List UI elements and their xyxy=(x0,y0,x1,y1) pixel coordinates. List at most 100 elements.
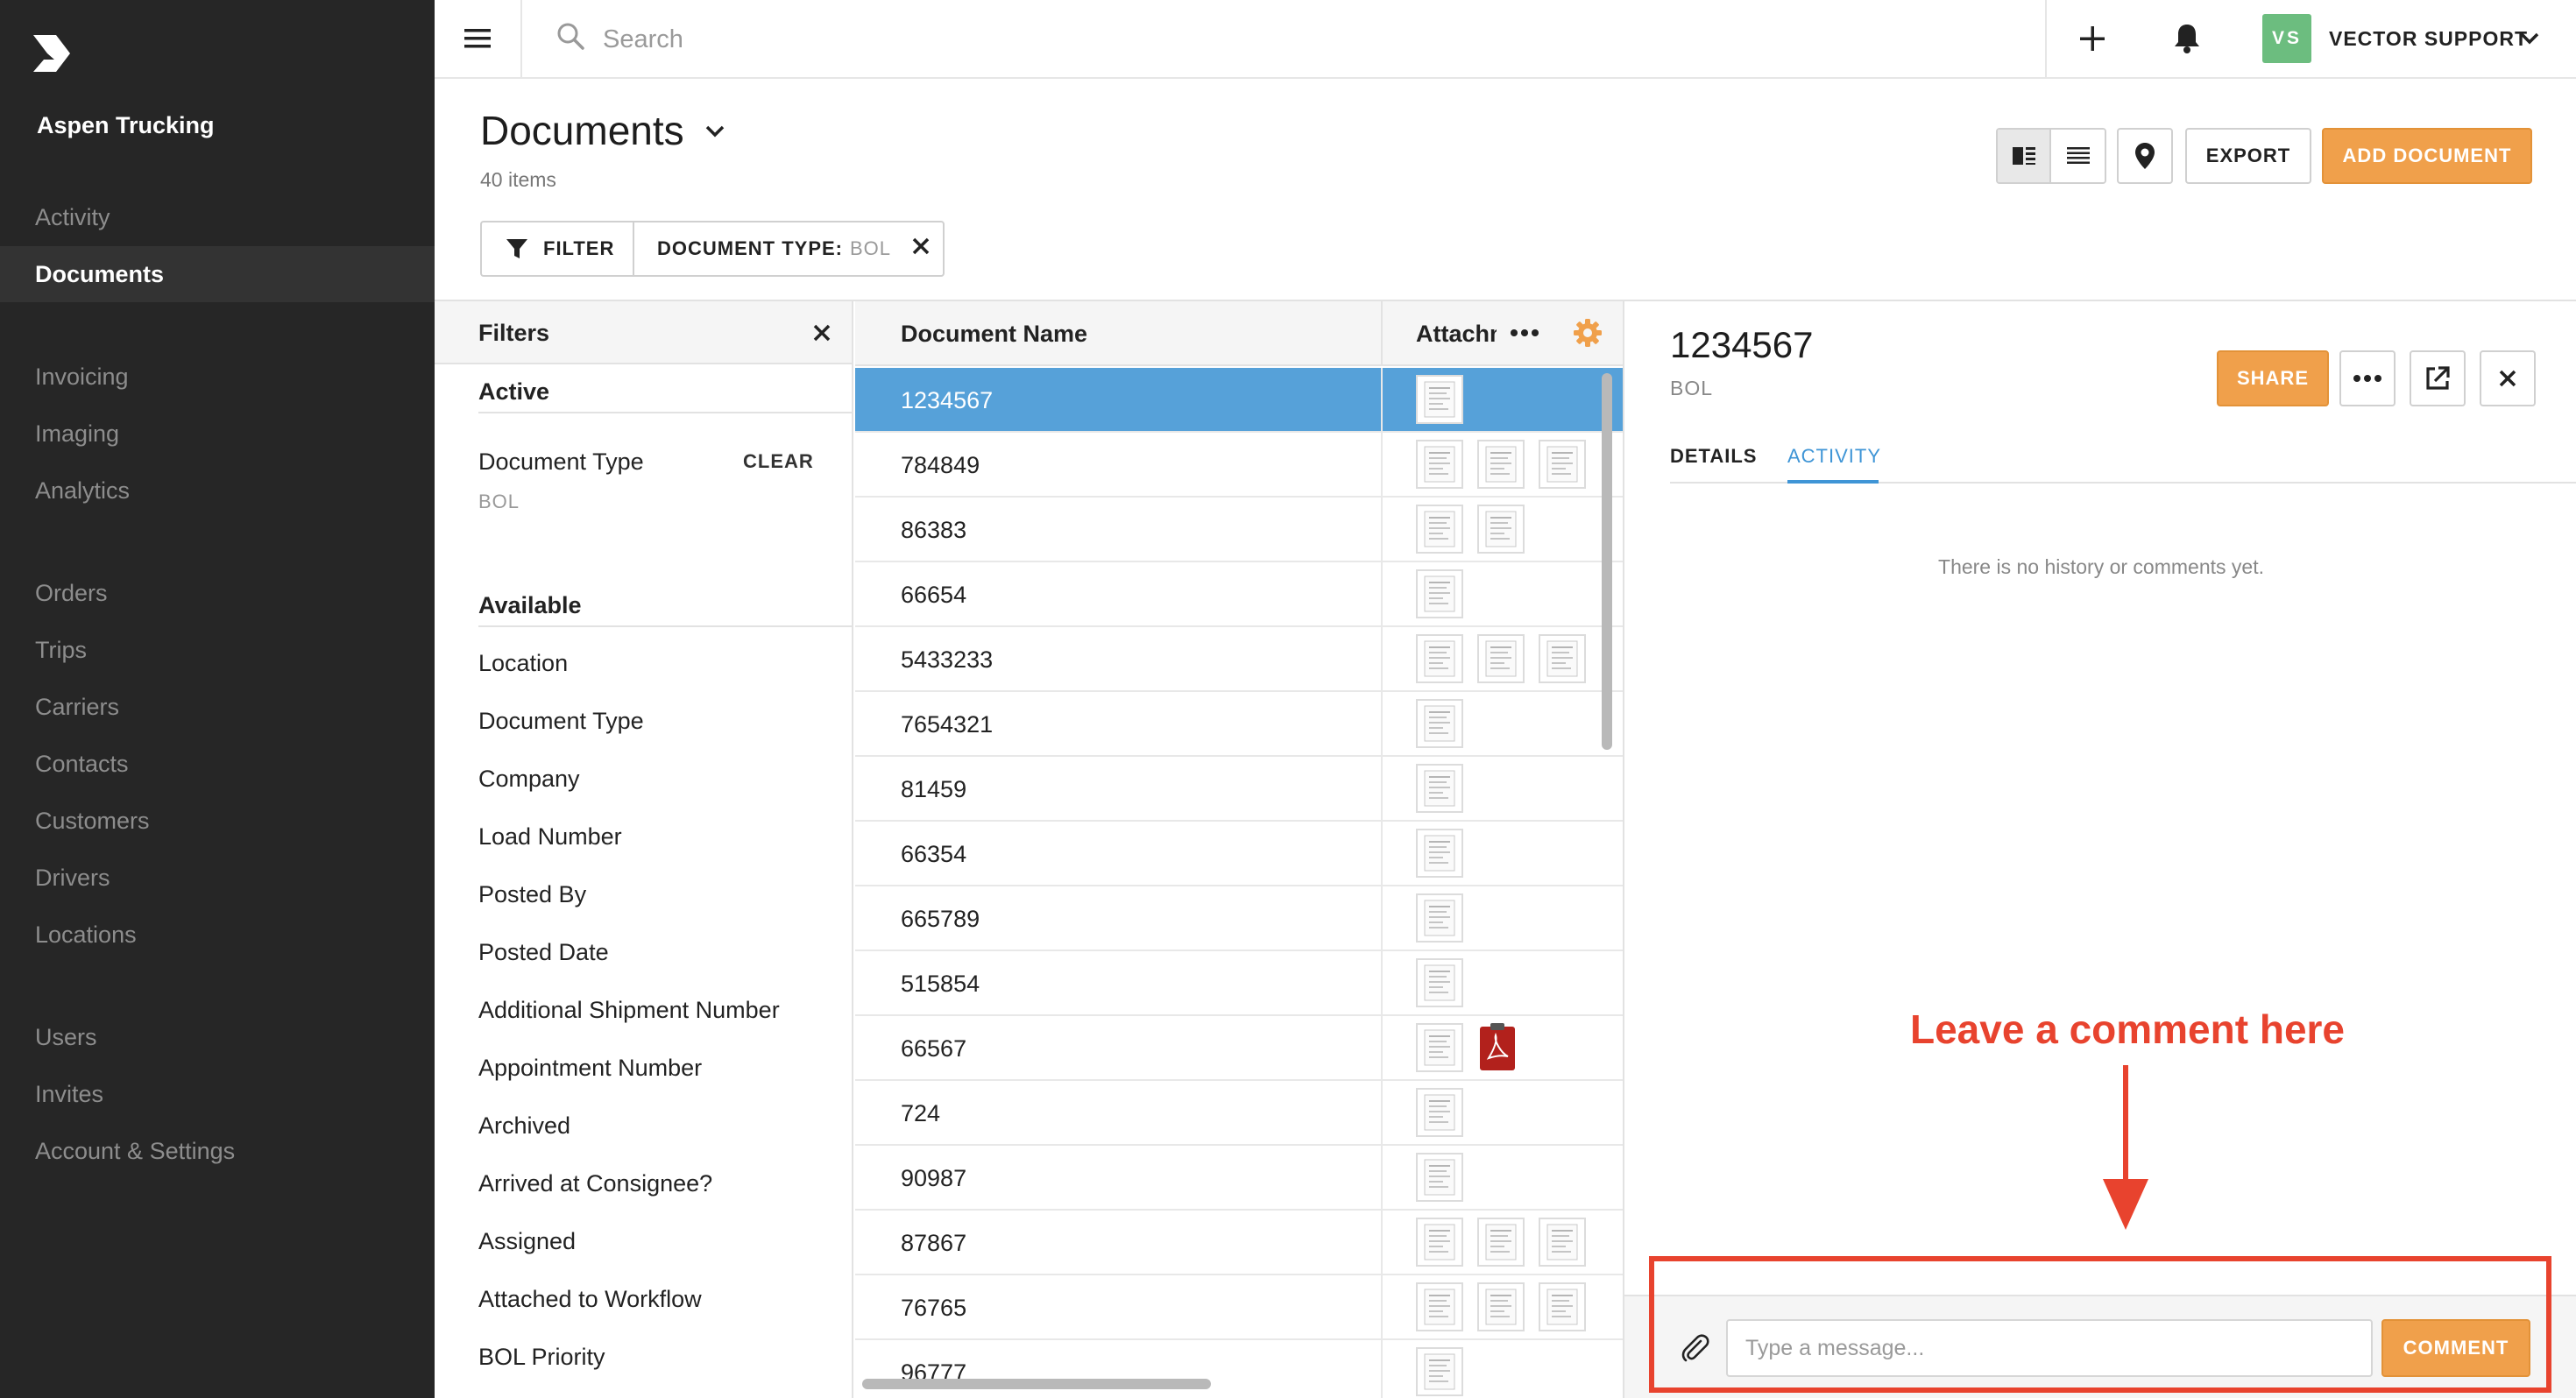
table-row[interactable]: 96777 xyxy=(855,1340,1623,1398)
available-filter-item[interactable]: Location xyxy=(478,650,568,677)
sidebar-item-customers[interactable]: Customers xyxy=(0,793,435,849)
share-button[interactable]: SHARE xyxy=(2217,350,2329,406)
available-filter-item[interactable]: Additional Shipment Number xyxy=(478,997,780,1024)
available-filter-item[interactable]: Posted Date xyxy=(478,939,609,966)
sidebar-item-trips[interactable]: Trips xyxy=(0,622,435,678)
table-row[interactable]: 86383 xyxy=(855,498,1623,562)
document-name-cell[interactable]: 87867 xyxy=(901,1230,966,1257)
attachment-thumbnail-icon[interactable] xyxy=(1416,1282,1463,1331)
detail-more-button[interactable] xyxy=(2339,350,2396,406)
attachment-thumbnail-icon[interactable] xyxy=(1539,440,1586,489)
document-name-cell[interactable]: 665789 xyxy=(901,906,980,933)
document-name-cell[interactable]: 76765 xyxy=(901,1295,966,1322)
attachment-thumbnail-icon[interactable] xyxy=(1416,440,1463,489)
table-row[interactable]: 66354 xyxy=(855,822,1623,886)
add-document-button[interactable]: ADD DOCUMENT xyxy=(2322,128,2532,184)
table-row[interactable]: 724 xyxy=(855,1081,1623,1146)
attachment-thumbnail-icon[interactable] xyxy=(1416,829,1463,878)
column-header-document-name[interactable]: Document Name xyxy=(901,321,1087,348)
document-name-cell[interactable]: 66567 xyxy=(901,1035,966,1063)
table-row[interactable]: 66567 xyxy=(855,1016,1623,1081)
active-filter-label[interactable]: Document Type xyxy=(478,448,644,476)
filter-button[interactable]: FILTER xyxy=(482,222,634,275)
document-name-cell[interactable]: 81459 xyxy=(901,776,966,803)
available-filter-item[interactable]: Company xyxy=(478,766,580,793)
attachment-thumbnail-icon[interactable] xyxy=(1539,1282,1586,1331)
available-filter-item[interactable]: Appointment Number xyxy=(478,1055,702,1082)
available-filter-item[interactable]: Arrived at Consignee? xyxy=(478,1170,712,1197)
attachment-thumbnail-icon[interactable] xyxy=(1416,1347,1463,1396)
document-name-cell[interactable]: 724 xyxy=(901,1100,940,1127)
attachment-thumbnail-icon[interactable] xyxy=(1477,440,1525,489)
title-chevron-down-icon[interactable] xyxy=(704,121,726,146)
attachment-thumbnail-icon[interactable] xyxy=(1416,569,1463,618)
attachment-thumbnail-icon[interactable] xyxy=(1416,764,1463,813)
list-view-button[interactable] xyxy=(2051,130,2105,182)
document-name-cell[interactable]: 515854 xyxy=(901,971,980,998)
available-filter-item[interactable]: Attached to Workflow xyxy=(478,1286,702,1313)
available-filter-item[interactable]: Posted By xyxy=(478,881,586,908)
attachment-thumbnail-icon[interactable] xyxy=(1416,1023,1463,1072)
table-row[interactable]: 7654321 xyxy=(855,692,1623,757)
table-row[interactable]: 81459 xyxy=(855,757,1623,822)
document-name-cell[interactable]: 66354 xyxy=(901,841,966,868)
column-header-attachments[interactable]: Attachments xyxy=(1416,321,1497,348)
table-row[interactable]: 90987 xyxy=(855,1146,1623,1211)
available-filter-item[interactable]: Assigned xyxy=(478,1228,576,1255)
add-icon[interactable] xyxy=(2075,19,2110,62)
menu-button[interactable] xyxy=(435,0,522,77)
attachment-thumbnail-icon[interactable] xyxy=(1477,1282,1525,1331)
clear-filter-link[interactable]: CLEAR xyxy=(743,450,814,473)
document-name-cell[interactable]: 784849 xyxy=(901,452,980,479)
attachment-thumbnail-icon[interactable] xyxy=(1416,634,1463,683)
close-detail-button[interactable] xyxy=(2480,350,2536,406)
document-name-cell[interactable]: 5433233 xyxy=(901,646,993,674)
document-name-cell[interactable]: 66654 xyxy=(901,582,966,609)
map-view-button[interactable] xyxy=(2117,128,2173,184)
table-row[interactable]: 515854 xyxy=(855,951,1623,1016)
remove-filter-close-icon[interactable] xyxy=(910,236,931,262)
attachment-thumbnail-icon[interactable] xyxy=(1416,375,1463,424)
attachment-thumbnail-icon[interactable] xyxy=(1416,699,1463,748)
document-name-cell[interactable]: 90987 xyxy=(901,1165,966,1192)
available-filter-item[interactable]: Document Type xyxy=(478,708,644,735)
attachment-thumbnail-icon[interactable] xyxy=(1416,1088,1463,1137)
attachment-thumbnail-icon[interactable] xyxy=(1477,634,1525,683)
attachment-thumbnail-icon[interactable] xyxy=(1539,634,1586,683)
sidebar-item-drivers[interactable]: Drivers xyxy=(0,850,435,906)
search-input[interactable] xyxy=(603,21,1391,58)
sidebar-item-carriers[interactable]: Carriers xyxy=(0,679,435,735)
document-name-cell[interactable]: 1234567 xyxy=(901,387,993,414)
more-options-icon[interactable] xyxy=(1509,322,1540,348)
sidebar-item-users[interactable]: Users xyxy=(0,1009,435,1065)
document-name-cell[interactable]: 7654321 xyxy=(901,711,993,738)
close-filters-icon[interactable] xyxy=(811,322,832,348)
pdf-attachment-icon[interactable] xyxy=(1477,1023,1518,1072)
user-name[interactable]: VECTOR SUPPORT xyxy=(2329,27,2528,51)
table-row[interactable]: 66654 xyxy=(855,562,1623,627)
table-row[interactable]: 784849 xyxy=(855,433,1623,498)
sidebar-item-contacts[interactable]: Contacts xyxy=(0,736,435,792)
table-row[interactable]: 5433233 xyxy=(855,627,1623,692)
sidebar-item-analytics[interactable]: Analytics xyxy=(0,462,435,519)
sidebar-item-orders[interactable]: Orders xyxy=(0,565,435,621)
tab-activity[interactable]: ACTIVITY xyxy=(1787,445,1881,468)
export-button[interactable]: EXPORT xyxy=(2185,128,2311,184)
table-row[interactable]: 76765 xyxy=(855,1275,1623,1340)
sidebar-item-account-settings[interactable]: Account & Settings xyxy=(0,1123,435,1179)
notifications-bell-icon[interactable] xyxy=(2169,19,2204,62)
table-row[interactable]: 87867 xyxy=(855,1211,1623,1275)
page-title[interactable]: Documents xyxy=(480,107,684,154)
attachment-thumbnail-icon[interactable] xyxy=(1416,893,1463,943)
sidebar-item-imaging[interactable]: Imaging xyxy=(0,406,435,462)
available-filter-item[interactable]: BOL Priority xyxy=(478,1344,605,1371)
sidebar-item-invites[interactable]: Invites xyxy=(0,1066,435,1122)
table-row[interactable]: 1234567 xyxy=(855,368,1623,433)
split-view-button[interactable] xyxy=(1998,130,2052,182)
sidebar-item-invoicing[interactable]: Invoicing xyxy=(0,349,435,405)
open-external-button[interactable] xyxy=(2410,350,2466,406)
horizontal-scrollbar[interactable] xyxy=(862,1379,1211,1389)
available-filter-item[interactable]: Load Number xyxy=(478,823,622,851)
available-filter-item[interactable]: Archived xyxy=(478,1112,570,1140)
sidebar-item-documents[interactable]: Documents xyxy=(0,246,435,302)
